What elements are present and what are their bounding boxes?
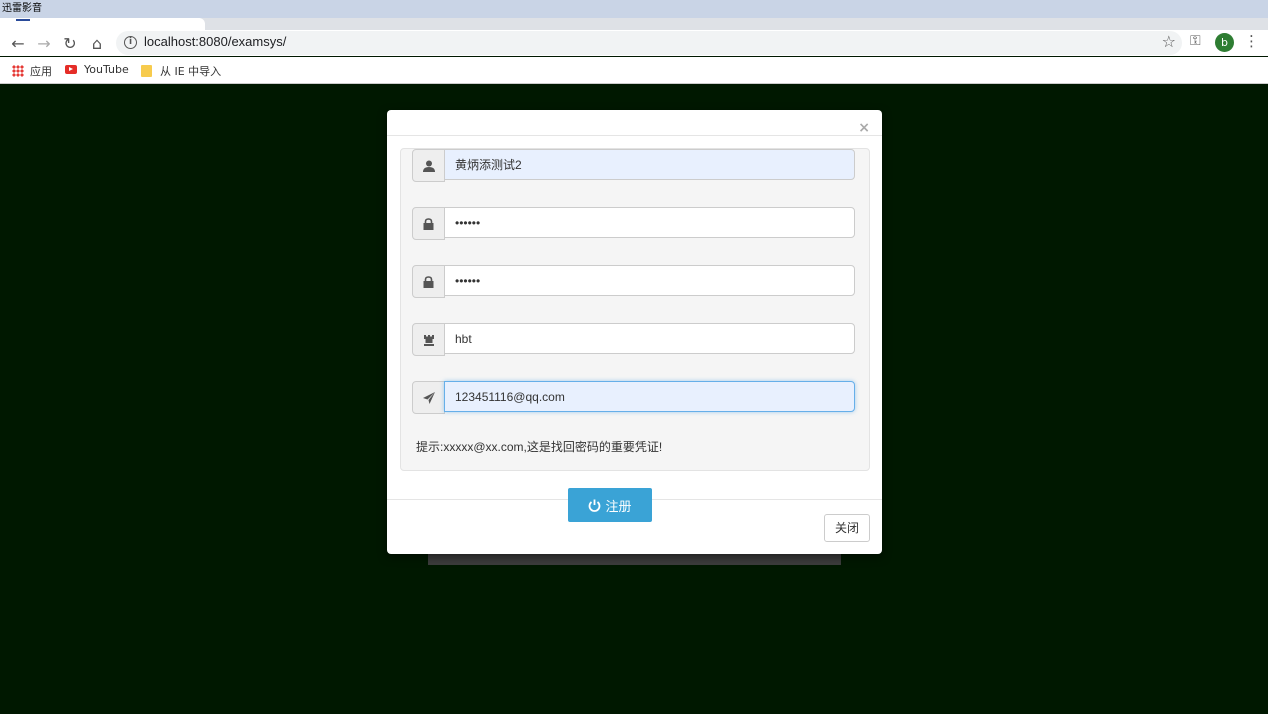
register-label: 注册 <box>605 499 632 515</box>
url-text[interactable]: localhost:8080/examsys/ <box>144 34 286 49</box>
key-icon[interactable]: ⚿ <box>1190 33 1201 49</box>
username-group: 黄炳添测试2 <box>412 149 857 182</box>
bookmark-label: 应用 <box>30 65 52 78</box>
send-icon <box>412 381 445 414</box>
power-icon <box>589 499 601 512</box>
modal-close-icon[interactable]: × <box>858 120 870 136</box>
bookmark-youtube[interactable]: YouTube <box>65 63 129 76</box>
bookmark-star-icon[interactable]: ☆ <box>1162 32 1176 51</box>
menu-kebab-icon[interactable]: ⋮ <box>1244 32 1259 50</box>
nickname-input[interactable]: hbt <box>444 323 855 354</box>
password-group: •••••• <box>412 207 857 240</box>
confirm-password-input[interactable]: •••••• <box>444 265 855 296</box>
bookmark-apps[interactable]: 应用 <box>12 63 52 79</box>
forward-icon[interactable]: → <box>33 33 55 55</box>
password-input[interactable]: •••••• <box>444 207 855 238</box>
bookmark-label: 从 IE 中导入 <box>160 65 222 78</box>
bookmark-label: YouTube <box>84 63 129 76</box>
browser-toolbar: ← → ↻ ⌂ i localhost:8080/examsys/ ☆ ⚿ b … <box>0 30 1268 56</box>
tab-favicon-icon <box>16 19 30 21</box>
tab-strip <box>0 18 1268 30</box>
register-button[interactable]: 注册 <box>568 488 652 522</box>
email-group: 123451116@qq.com <box>412 381 857 414</box>
lock-icon <box>412 265 445 298</box>
bookmark-ie-import[interactable]: 从 IE 中导入 <box>141 63 221 79</box>
username-input[interactable]: 黄炳添测试2 <box>444 149 855 180</box>
youtube-icon <box>65 65 77 74</box>
site-info-icon[interactable]: i <box>124 36 137 49</box>
home-icon[interactable]: ⌂ <box>86 33 108 55</box>
apps-grid-icon <box>12 65 24 77</box>
register-modal: × 黄炳添测试2 •••••• •••••• hbt 123451116@qq.… <box>387 110 882 554</box>
close-button[interactable]: 关闭 <box>824 514 870 542</box>
lock-icon <box>412 207 445 240</box>
bookmarks-bar: 应用 YouTube 从 IE 中导入 <box>0 57 1268 84</box>
window-title: 迅雷影音 <box>2 3 42 14</box>
email-hint: 提示:xxxxx@xx.com,这是找回密码的重要凭证! <box>416 440 663 454</box>
active-tab[interactable] <box>0 18 205 30</box>
modal-header: × <box>387 110 882 136</box>
user-icon <box>412 149 445 182</box>
folder-icon <box>141 65 152 77</box>
confirm-password-group: •••••• <box>412 265 857 298</box>
address-bar[interactable]: i localhost:8080/examsys/ ☆ <box>116 31 1182 55</box>
window-titlebar: 迅雷影音 <box>0 0 1268 18</box>
email-input[interactable]: 123451116@qq.com <box>444 381 855 412</box>
profile-avatar[interactable]: b <box>1215 33 1234 52</box>
background-panel-edge <box>428 554 841 565</box>
form-well: 黄炳添测试2 •••••• •••••• hbt 123451116@qq.co <box>400 148 870 471</box>
tower-icon <box>412 323 445 356</box>
reload-icon[interactable]: ↻ <box>59 33 81 55</box>
nickname-group: hbt <box>412 323 857 356</box>
back-icon[interactable]: ← <box>7 33 29 55</box>
